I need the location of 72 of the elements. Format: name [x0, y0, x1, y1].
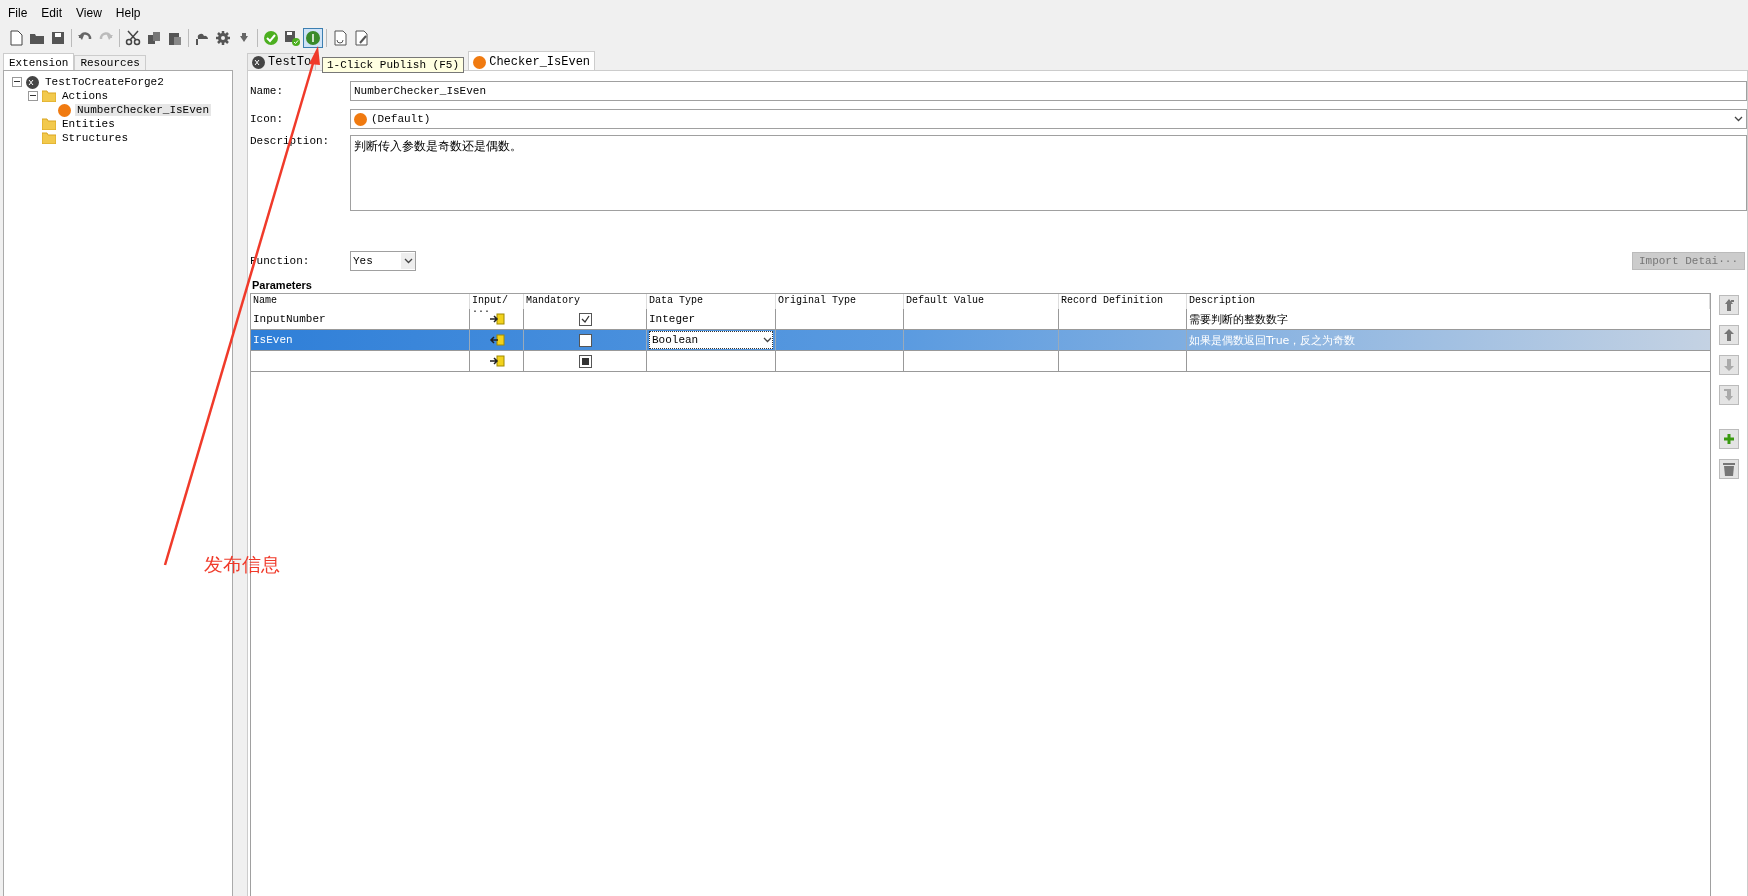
- table-cell: IsEven: [251, 330, 470, 351]
- column-header[interactable]: Default Value: [904, 294, 1059, 309]
- list-action-button[interactable]: [1719, 429, 1739, 449]
- project-icon: [26, 75, 39, 89]
- trash-icon: [1723, 462, 1735, 476]
- toolbar-button[interactable]: [123, 28, 143, 48]
- checkbox[interactable]: [578, 312, 592, 326]
- floppy-icon: [50, 30, 66, 46]
- folder-icon: [42, 118, 56, 130]
- clipboard-icon: [167, 30, 183, 46]
- column-header[interactable]: Mandatory: [524, 294, 647, 309]
- down-arrow-icon: [1723, 358, 1735, 372]
- code-file-icon: [353, 30, 369, 46]
- plus-icon: [1723, 433, 1735, 445]
- save-check-icon: [284, 30, 300, 46]
- section-title: Parameters: [252, 279, 313, 291]
- tree-item[interactable]: Entities: [60, 118, 117, 130]
- expand-toggle[interactable]: [28, 91, 38, 101]
- icon-dropdown[interactable]: (Default): [350, 109, 1747, 129]
- tree-item[interactable]: Actions: [60, 90, 111, 102]
- column-header[interactable]: Original Type: [776, 294, 904, 309]
- checkbox[interactable]: [578, 333, 592, 347]
- move-bottom-icon: [1723, 388, 1735, 402]
- up-arrow-icon: [1723, 328, 1735, 342]
- tree-item[interactable]: Structures: [60, 132, 130, 144]
- panel-tab[interactable]: Resources: [74, 55, 146, 70]
- tree-item[interactable]: NumberChecker_IsEven: [75, 104, 212, 116]
- function-dropdown[interactable]: Yes: [350, 251, 416, 271]
- settings-icon: [215, 30, 231, 46]
- page-icon: [8, 30, 24, 46]
- editor-tab[interactable]: TestTo: [247, 53, 317, 70]
- copy-icon: [146, 30, 162, 46]
- toolbar-button[interactable]: [282, 28, 302, 48]
- list-action-button[interactable]: [1719, 325, 1739, 345]
- column-header[interactable]: Record Definition: [1059, 294, 1187, 309]
- code-file-icon: [332, 30, 348, 46]
- column-header[interactable]: Data Type: [647, 294, 776, 309]
- list-action-button[interactable]: [1719, 295, 1739, 315]
- folder-icon: [42, 132, 56, 144]
- data-type-dropdown[interactable]: Boolean: [649, 331, 773, 349]
- menu-item[interactable]: Help: [115, 6, 141, 22]
- name-field[interactable]: NumberChecker_IsEven: [350, 81, 1747, 101]
- table-cell: 如果是偶数返回True，反之为奇数: [1187, 330, 1710, 351]
- caret-icon: [403, 258, 413, 264]
- field-label: Name:: [250, 85, 284, 97]
- action-icon: [473, 55, 487, 69]
- caret-icon: [1734, 116, 1743, 122]
- menu-item[interactable]: File: [8, 6, 28, 22]
- column-header[interactable]: Description: [1187, 294, 1710, 309]
- annotation-text: 发布信息: [204, 552, 280, 577]
- tree-item[interactable]: TestToCreateForge2: [43, 76, 166, 88]
- check-circle-icon: [263, 30, 279, 46]
- folder-icon: [42, 90, 56, 102]
- column-header[interactable]: Name: [251, 294, 470, 309]
- caret-icon: [763, 337, 772, 343]
- table-row[interactable]: IsEven Boolean 如果是偶数返回True，反之为奇数: [251, 330, 1710, 351]
- editor-tab[interactable]: Checker_IsEven: [468, 51, 596, 70]
- tooltip: 1-Click Publish (F5): [322, 57, 465, 73]
- field-label: Icon:: [250, 113, 284, 125]
- menu-item[interactable]: Edit: [41, 6, 63, 22]
- panel-tab[interactable]: Extension: [3, 53, 75, 70]
- description-field[interactable]: 判断传入参数是奇数还是偶数。: [350, 135, 1747, 211]
- toolbar-button[interactable]: [213, 28, 233, 48]
- action-icon: [58, 103, 71, 117]
- list-action-button[interactable]: [1719, 459, 1739, 479]
- checkbox[interactable]: [578, 354, 592, 368]
- move-top-icon: [1723, 298, 1735, 312]
- menu-item[interactable]: View: [76, 6, 102, 22]
- scissors-icon: [125, 30, 141, 46]
- expand-toggle[interactable]: [12, 77, 22, 87]
- publish-icon: [305, 30, 321, 46]
- action-icon: [354, 112, 367, 126]
